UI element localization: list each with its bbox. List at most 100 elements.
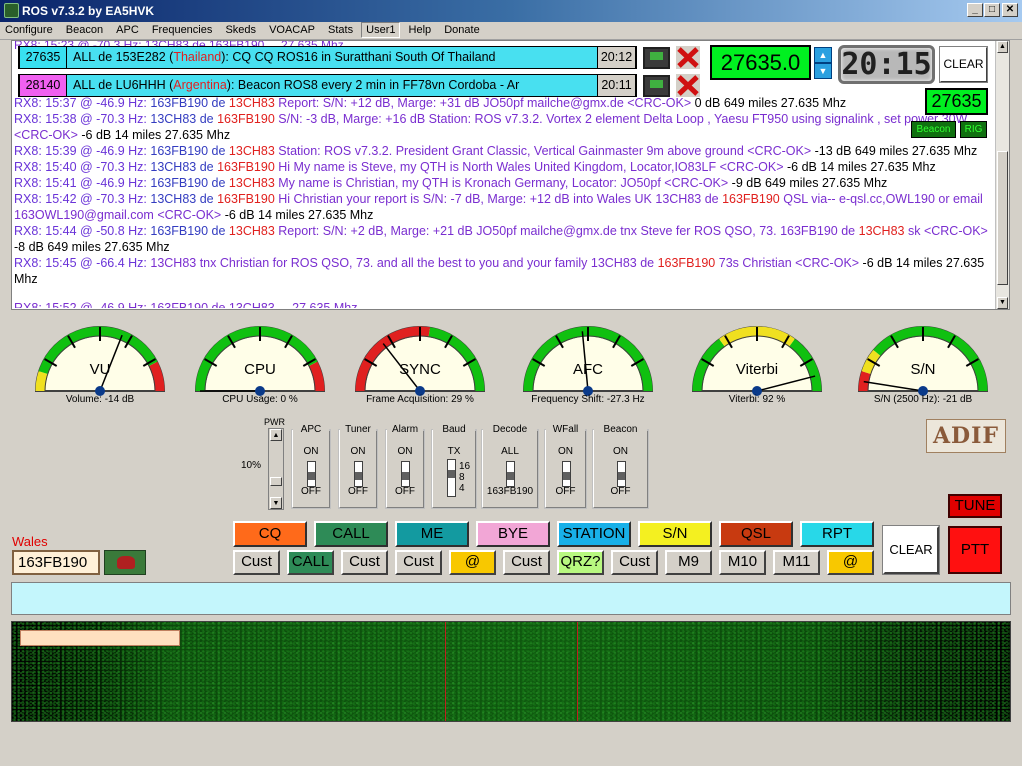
menu-stats[interactable]: Stats xyxy=(323,22,358,38)
custom-macro-button[interactable]: @ xyxy=(827,550,874,575)
tune-button[interactable]: TUNE xyxy=(948,494,1002,518)
switch-decode[interactable]: Decode ALL 163FB190 xyxy=(481,424,539,509)
slider-down-icon[interactable]: ▼ xyxy=(270,497,282,509)
switch-tuner[interactable]: Tuner ON OFF xyxy=(338,424,378,509)
rx-segment: 13CH83 xyxy=(228,176,275,190)
delete-x-icon[interactable] xyxy=(676,46,700,69)
macro-rpt-button[interactable]: RPT xyxy=(800,521,874,547)
macro-station-button[interactable]: STATION xyxy=(557,521,631,547)
switch-wfall[interactable]: WFall ON OFF xyxy=(544,424,587,509)
rx-segment: <CRC-OK> xyxy=(719,160,784,174)
maximize-button[interactable]: □ xyxy=(984,3,1000,17)
waterfall[interactable] xyxy=(11,621,1011,722)
custom-macro-button[interactable]: Cust xyxy=(233,550,280,575)
menu-help[interactable]: Help xyxy=(404,22,437,38)
alert-row-1[interactable]: 27635 ALL de 153E282 (Thailand): CQ CQ R… xyxy=(18,46,637,69)
toggle-switch[interactable] xyxy=(307,461,316,487)
scroll-down-arrow-icon[interactable]: ▼ xyxy=(997,297,1008,309)
app-icon xyxy=(4,3,19,18)
rx-segment: -6 dB 14 miles 27.635 Mhz xyxy=(77,128,231,142)
macro-qsl-button[interactable]: QSL xyxy=(719,521,793,547)
custom-macro-button[interactable]: Cust xyxy=(341,550,388,575)
rx-segment: 163FB190 xyxy=(217,192,275,206)
custom-macro-button[interactable]: Cust xyxy=(503,550,550,575)
delete-x-icon[interactable] xyxy=(676,74,700,97)
computer-icon[interactable] xyxy=(643,47,670,69)
gauge-label: S/N (2500 Hz): -21 dB xyxy=(873,394,973,405)
switch-apc[interactable]: APC ON OFF xyxy=(291,424,331,509)
switch-baud[interactable]: Baud TX 16 8 4 xyxy=(431,424,477,509)
gauge-vu: VU Volume: -14 dB xyxy=(25,317,175,412)
pwr-slider[interactable]: ▲ ▼ xyxy=(268,428,284,510)
macro-cq-button[interactable]: CQ xyxy=(233,521,307,547)
frequency-up-icon[interactable]: ▲ xyxy=(814,47,832,63)
rx-segment: <CRC-OK> xyxy=(664,176,729,190)
macro-bye-button[interactable]: BYE xyxy=(476,521,550,547)
switch-beacon[interactable]: Beacon ON OFF xyxy=(592,424,649,509)
tx-input[interactable] xyxy=(11,582,1011,615)
switch-on-label: ON xyxy=(397,446,413,457)
beacon-indicator[interactable]: Beacon xyxy=(911,121,956,138)
toggle-switch[interactable] xyxy=(354,461,363,487)
macro-me-button[interactable]: ME xyxy=(395,521,469,547)
rx-segment: 73s Christian xyxy=(715,256,796,270)
clear-rx-button[interactable]: CLEAR xyxy=(939,46,988,83)
rx-segment: <CRC-OK> xyxy=(795,256,860,270)
custom-macro-button[interactable]: @ xyxy=(449,550,496,575)
adif-button[interactable]: ADIF xyxy=(926,419,1006,453)
scroll-thumb[interactable] xyxy=(997,151,1008,285)
rx-segment: -8 dB 649 miles 27.635 Mhz xyxy=(14,240,170,254)
rx-scrollbar[interactable]: ▲ ▼ xyxy=(995,41,1009,309)
switch-on-label: ON xyxy=(613,446,628,457)
menu-voacap[interactable]: VOACAP xyxy=(264,22,320,38)
frequency-display[interactable]: 27635.0 xyxy=(710,45,811,80)
macro-call-button[interactable]: CALL xyxy=(314,521,388,547)
macro-sn-button[interactable]: S/N xyxy=(638,521,712,547)
switch-on-label: ON xyxy=(350,446,366,457)
pwr-value: 10% xyxy=(241,460,262,471)
alert-text: ALL de 153E282 (Thailand): CQ CQ ROS16 i… xyxy=(73,50,496,64)
rx-segment: Report: S/N: +2 dB, Marge: +21 dB JO50pf… xyxy=(274,224,859,238)
menu-skeds[interactable]: Skeds xyxy=(220,22,261,38)
rig-indicator[interactable]: RIG xyxy=(960,121,987,138)
toggle-switch[interactable] xyxy=(506,461,515,487)
minimize-button[interactable]: _ xyxy=(967,3,983,17)
custom-macro-button[interactable]: Cust xyxy=(395,550,442,575)
alert-row-2[interactable]: 28140 ALL de LU6HHH (Argentina): Beacon … xyxy=(18,74,637,97)
toggle-switch[interactable] xyxy=(616,461,626,487)
custom-macro-button[interactable]: QRZ? xyxy=(557,550,604,575)
ptt-button[interactable]: PTT xyxy=(948,526,1002,574)
alert-time: 20:12 xyxy=(597,46,636,69)
switch-alarm[interactable]: Alarm ON OFF xyxy=(385,424,425,509)
menu-user1[interactable]: User1 xyxy=(361,22,401,38)
computer-icon[interactable] xyxy=(643,75,670,97)
scroll-up-arrow-icon[interactable]: ▲ xyxy=(997,41,1008,53)
rx-segment: 13CH83 de xyxy=(150,192,218,206)
menu-donate[interactable]: Donate xyxy=(439,22,484,38)
menu-configure[interactable]: Configure xyxy=(0,22,58,38)
slider-up-icon[interactable]: ▲ xyxy=(270,429,282,441)
custom-macro-button[interactable]: CALL xyxy=(287,550,334,575)
frequency-spinner[interactable]: ▲ ▼ xyxy=(814,47,832,80)
gauge-afc: AFC Frequency Shift: -27.3 Hz xyxy=(513,317,663,412)
menu-apc[interactable]: APC xyxy=(111,22,144,38)
switch-title: Decode xyxy=(490,424,530,435)
callsign-field[interactable]: 163FB190 xyxy=(12,550,100,575)
menu-frequencies[interactable]: Frequencies xyxy=(147,22,218,38)
close-button[interactable]: ✕ xyxy=(1002,3,1018,17)
clear-tx-button[interactable]: CLEAR xyxy=(882,525,940,575)
toggle-switch[interactable] xyxy=(401,461,410,487)
custom-macro-button[interactable]: Cust xyxy=(611,550,658,575)
custom-macro-button[interactable]: M11 xyxy=(773,550,820,575)
toggle-switch[interactable] xyxy=(561,461,571,487)
custom-macro-button[interactable]: M10 xyxy=(719,550,766,575)
rx-segment: 13CH83 xyxy=(228,224,275,238)
pwr-label: PWR xyxy=(264,417,285,427)
rx-segment: 163FB190 de xyxy=(150,96,229,110)
switch-title: Baud xyxy=(440,424,468,435)
alert-time: 20:11 xyxy=(597,74,636,97)
menu-beacon[interactable]: Beacon xyxy=(61,22,108,38)
slider-thumb[interactable] xyxy=(270,477,282,486)
custom-macro-button[interactable]: M9 xyxy=(665,550,712,575)
frequency-down-icon[interactable]: ▼ xyxy=(814,63,832,79)
